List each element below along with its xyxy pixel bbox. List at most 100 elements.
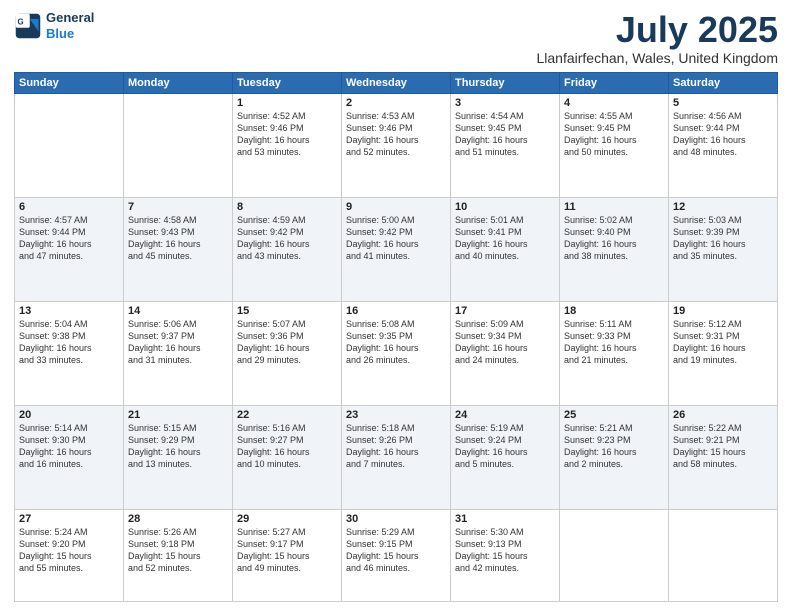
calendar-cell: 28Sunrise: 5:26 AM Sunset: 9:18 PM Dayli… — [124, 509, 233, 601]
day-number: 8 — [237, 201, 337, 213]
day-number: 19 — [673, 305, 773, 317]
calendar-cell: 18Sunrise: 5:11 AM Sunset: 9:33 PM Dayli… — [560, 301, 669, 405]
weekday-header-monday: Monday — [124, 72, 233, 93]
title-block: July 2025 Llanfairfechan, Wales, United … — [537, 10, 779, 66]
week-row-4: 20Sunrise: 5:14 AM Sunset: 9:30 PM Dayli… — [15, 405, 778, 509]
calendar-cell: 19Sunrise: 5:12 AM Sunset: 9:31 PM Dayli… — [669, 301, 778, 405]
cell-info: Sunrise: 4:57 AM Sunset: 9:44 PM Dayligh… — [19, 214, 119, 263]
cell-info: Sunrise: 5:14 AM Sunset: 9:30 PM Dayligh… — [19, 422, 119, 471]
weekday-header-sunday: Sunday — [15, 72, 124, 93]
calendar-cell — [15, 93, 124, 197]
cell-info: Sunrise: 5:22 AM Sunset: 9:21 PM Dayligh… — [673, 422, 773, 471]
cell-info: Sunrise: 5:16 AM Sunset: 9:27 PM Dayligh… — [237, 422, 337, 471]
day-number: 5 — [673, 97, 773, 109]
day-number: 29 — [237, 513, 337, 525]
day-number: 10 — [455, 201, 555, 213]
cell-info: Sunrise: 5:30 AM Sunset: 9:13 PM Dayligh… — [455, 526, 555, 575]
calendar-cell — [560, 509, 669, 601]
cell-info: Sunrise: 5:21 AM Sunset: 9:23 PM Dayligh… — [564, 422, 664, 471]
weekday-header-row: SundayMondayTuesdayWednesdayThursdayFrid… — [15, 72, 778, 93]
calendar-cell: 9Sunrise: 5:00 AM Sunset: 9:42 PM Daylig… — [342, 197, 451, 301]
day-number: 30 — [346, 513, 446, 525]
weekday-header-tuesday: Tuesday — [233, 72, 342, 93]
cell-info: Sunrise: 5:01 AM Sunset: 9:41 PM Dayligh… — [455, 214, 555, 263]
week-row-2: 6Sunrise: 4:57 AM Sunset: 9:44 PM Daylig… — [15, 197, 778, 301]
calendar-cell: 20Sunrise: 5:14 AM Sunset: 9:30 PM Dayli… — [15, 405, 124, 509]
day-number: 6 — [19, 201, 119, 213]
calendar-cell: 27Sunrise: 5:24 AM Sunset: 9:20 PM Dayli… — [15, 509, 124, 601]
month-title: July 2025 — [537, 10, 779, 50]
week-row-3: 13Sunrise: 5:04 AM Sunset: 9:38 PM Dayli… — [15, 301, 778, 405]
svg-text:G: G — [18, 17, 24, 26]
calendar-cell: 12Sunrise: 5:03 AM Sunset: 9:39 PM Dayli… — [669, 197, 778, 301]
calendar-cell: 7Sunrise: 4:58 AM Sunset: 9:43 PM Daylig… — [124, 197, 233, 301]
day-number: 26 — [673, 409, 773, 421]
calendar-cell — [669, 509, 778, 601]
cell-info: Sunrise: 5:06 AM Sunset: 9:37 PM Dayligh… — [128, 318, 228, 367]
day-number: 16 — [346, 305, 446, 317]
cell-info: Sunrise: 5:04 AM Sunset: 9:38 PM Dayligh… — [19, 318, 119, 367]
cell-info: Sunrise: 5:08 AM Sunset: 9:35 PM Dayligh… — [346, 318, 446, 367]
day-number: 17 — [455, 305, 555, 317]
cell-info: Sunrise: 5:09 AM Sunset: 9:34 PM Dayligh… — [455, 318, 555, 367]
cell-info: Sunrise: 5:12 AM Sunset: 9:31 PM Dayligh… — [673, 318, 773, 367]
day-number: 1 — [237, 97, 337, 109]
day-number: 13 — [19, 305, 119, 317]
cell-info: Sunrise: 4:54 AM Sunset: 9:45 PM Dayligh… — [455, 110, 555, 159]
cell-info: Sunrise: 4:52 AM Sunset: 9:46 PM Dayligh… — [237, 110, 337, 159]
day-number: 31 — [455, 513, 555, 525]
calendar-cell: 13Sunrise: 5:04 AM Sunset: 9:38 PM Dayli… — [15, 301, 124, 405]
cell-info: Sunrise: 4:55 AM Sunset: 9:45 PM Dayligh… — [564, 110, 664, 159]
day-number: 22 — [237, 409, 337, 421]
calendar-cell: 8Sunrise: 4:59 AM Sunset: 9:42 PM Daylig… — [233, 197, 342, 301]
header: G General Blue July 2025 Llanfairfechan,… — [14, 10, 778, 66]
cell-info: Sunrise: 4:53 AM Sunset: 9:46 PM Dayligh… — [346, 110, 446, 159]
cell-info: Sunrise: 5:11 AM Sunset: 9:33 PM Dayligh… — [564, 318, 664, 367]
cell-info: Sunrise: 5:02 AM Sunset: 9:40 PM Dayligh… — [564, 214, 664, 263]
cell-info: Sunrise: 4:58 AM Sunset: 9:43 PM Dayligh… — [128, 214, 228, 263]
weekday-header-thursday: Thursday — [451, 72, 560, 93]
logo-text-blue: Blue — [46, 26, 94, 42]
calendar-cell: 30Sunrise: 5:29 AM Sunset: 9:15 PM Dayli… — [342, 509, 451, 601]
calendar-cell: 22Sunrise: 5:16 AM Sunset: 9:27 PM Dayli… — [233, 405, 342, 509]
calendar-cell: 25Sunrise: 5:21 AM Sunset: 9:23 PM Dayli… — [560, 405, 669, 509]
cell-info: Sunrise: 5:07 AM Sunset: 9:36 PM Dayligh… — [237, 318, 337, 367]
day-number: 11 — [564, 201, 664, 213]
cell-info: Sunrise: 5:29 AM Sunset: 9:15 PM Dayligh… — [346, 526, 446, 575]
day-number: 21 — [128, 409, 228, 421]
logo-icon: G — [14, 12, 42, 40]
cell-info: Sunrise: 5:03 AM Sunset: 9:39 PM Dayligh… — [673, 214, 773, 263]
day-number: 20 — [19, 409, 119, 421]
day-number: 18 — [564, 305, 664, 317]
cell-info: Sunrise: 5:18 AM Sunset: 9:26 PM Dayligh… — [346, 422, 446, 471]
calendar-table: SundayMondayTuesdayWednesdayThursdayFrid… — [14, 72, 778, 602]
cell-info: Sunrise: 5:15 AM Sunset: 9:29 PM Dayligh… — [128, 422, 228, 471]
calendar-cell: 5Sunrise: 4:56 AM Sunset: 9:44 PM Daylig… — [669, 93, 778, 197]
logo: G General Blue — [14, 10, 94, 41]
day-number: 14 — [128, 305, 228, 317]
week-row-5: 27Sunrise: 5:24 AM Sunset: 9:20 PM Dayli… — [15, 509, 778, 601]
calendar-cell: 23Sunrise: 5:18 AM Sunset: 9:26 PM Dayli… — [342, 405, 451, 509]
calendar-cell: 4Sunrise: 4:55 AM Sunset: 9:45 PM Daylig… — [560, 93, 669, 197]
day-number: 25 — [564, 409, 664, 421]
weekday-header-friday: Friday — [560, 72, 669, 93]
day-number: 7 — [128, 201, 228, 213]
cell-info: Sunrise: 5:00 AM Sunset: 9:42 PM Dayligh… — [346, 214, 446, 263]
calendar-cell: 31Sunrise: 5:30 AM Sunset: 9:13 PM Dayli… — [451, 509, 560, 601]
calendar-cell: 2Sunrise: 4:53 AM Sunset: 9:46 PM Daylig… — [342, 93, 451, 197]
page: G General Blue July 2025 Llanfairfechan,… — [0, 0, 792, 612]
cell-info: Sunrise: 5:19 AM Sunset: 9:24 PM Dayligh… — [455, 422, 555, 471]
weekday-header-saturday: Saturday — [669, 72, 778, 93]
day-number: 23 — [346, 409, 446, 421]
calendar-cell: 24Sunrise: 5:19 AM Sunset: 9:24 PM Dayli… — [451, 405, 560, 509]
calendar-cell: 21Sunrise: 5:15 AM Sunset: 9:29 PM Dayli… — [124, 405, 233, 509]
day-number: 15 — [237, 305, 337, 317]
cell-info: Sunrise: 5:24 AM Sunset: 9:20 PM Dayligh… — [19, 526, 119, 575]
day-number: 24 — [455, 409, 555, 421]
day-number: 27 — [19, 513, 119, 525]
day-number: 12 — [673, 201, 773, 213]
calendar-cell: 3Sunrise: 4:54 AM Sunset: 9:45 PM Daylig… — [451, 93, 560, 197]
week-row-1: 1Sunrise: 4:52 AM Sunset: 9:46 PM Daylig… — [15, 93, 778, 197]
calendar-cell: 1Sunrise: 4:52 AM Sunset: 9:46 PM Daylig… — [233, 93, 342, 197]
calendar-cell — [124, 93, 233, 197]
